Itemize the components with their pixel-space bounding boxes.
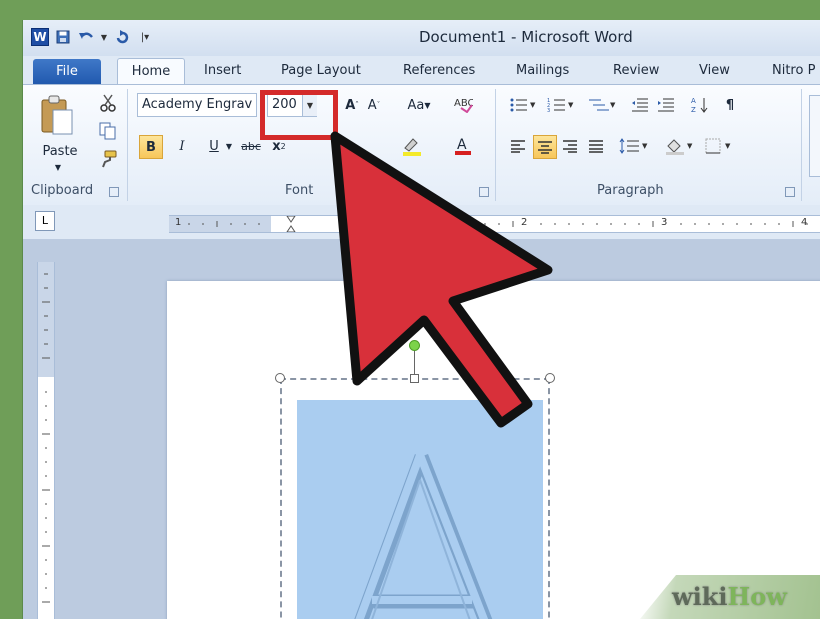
svg-text:3: 3	[547, 108, 550, 113]
wikihow-watermark: wikiHow	[672, 582, 787, 611]
sort-icon[interactable]: AZ	[689, 95, 711, 115]
cut-icon[interactable]	[97, 93, 119, 113]
copy-icon[interactable]	[97, 121, 119, 141]
title-bar: W ▼ |▾ Document1 - Microsoft Word	[23, 20, 820, 56]
quick-access-toolbar: W ▼ |▾	[31, 28, 154, 46]
highlight-color-icon[interactable]	[397, 135, 427, 157]
word-window: W ▼ |▾ Document1 - Microsoft Word File H…	[22, 20, 820, 619]
borders-icon[interactable]: ▼	[703, 135, 737, 157]
ruler-mark: 1	[175, 217, 182, 228]
customize-icon[interactable]: |▾	[136, 28, 154, 46]
ribbon: Paste ▼ Clipboard Academy Engrav 200 ▼ A…	[23, 84, 820, 206]
underline-dropdown-icon[interactable]: ▼	[223, 137, 235, 155]
multilevel-list-icon[interactable]: ▼	[585, 95, 619, 115]
separator	[127, 89, 128, 201]
line-spacing-icon[interactable]: ▼	[617, 135, 651, 157]
paragraph-group-label: Paragraph	[597, 183, 664, 198]
format-painter-icon[interactable]	[97, 149, 119, 169]
tab-home[interactable]: Home	[117, 58, 185, 86]
paragraph-launcher-icon[interactable]	[785, 187, 795, 197]
change-case-label: Aa	[407, 97, 425, 113]
paste-button[interactable]: Paste	[37, 141, 83, 161]
justify-icon[interactable]	[585, 135, 607, 157]
ruler-area: L 1 2 3 4	[23, 205, 820, 239]
clipboard-group-label: Clipboard	[31, 183, 94, 198]
change-case-button[interactable]: Aa ▼	[401, 95, 437, 115]
svg-text:▼: ▼	[610, 101, 616, 109]
font-launcher-icon[interactable]	[479, 187, 489, 197]
tab-mailings[interactable]: Mailings	[516, 60, 569, 82]
grow-font-icon[interactable]: Aˆ	[341, 95, 363, 115]
ribbon-tabs: File Home Insert Page Layout References …	[23, 56, 820, 86]
separator	[801, 89, 802, 201]
word-icon[interactable]: W	[31, 28, 49, 46]
resize-handle-top[interactable]	[410, 374, 419, 383]
tab-file[interactable]: File	[33, 59, 101, 85]
font-group-label: Font	[285, 183, 314, 198]
shrink-font-icon[interactable]: Aˇ	[363, 95, 385, 115]
italic-button[interactable]: I	[171, 135, 193, 157]
tab-insert[interactable]: Insert	[204, 60, 241, 82]
undo-icon[interactable]	[77, 28, 95, 46]
tab-view[interactable]: View	[699, 60, 730, 82]
save-icon[interactable]	[54, 28, 72, 46]
ruler-mark: 4	[801, 217, 808, 228]
vertical-ruler[interactable]	[37, 262, 55, 619]
tab-page-layout[interactable]: Page Layout	[281, 60, 361, 82]
tab-nitro[interactable]: Nitro P	[772, 60, 815, 82]
paste-dropdown-icon[interactable]: ▼	[53, 163, 63, 172]
svg-text:▼: ▼	[687, 142, 693, 150]
show-formatting-icon[interactable]: ¶	[719, 95, 741, 115]
font-size-highlight-box	[260, 90, 338, 140]
svg-text:Z: Z	[691, 106, 696, 114]
font-name-combo[interactable]: Academy Engrav	[137, 93, 257, 117]
separator	[495, 89, 496, 201]
font-color-icon[interactable]: A	[449, 135, 477, 157]
window-title: Document1 - Microsoft Word	[419, 28, 633, 46]
clipboard-launcher-icon[interactable]	[109, 187, 119, 197]
tab-review[interactable]: Review	[613, 60, 659, 82]
align-right-icon[interactable]	[559, 135, 581, 157]
shading-icon[interactable]: ▼	[663, 135, 697, 157]
svg-text:A: A	[457, 137, 467, 153]
text-box[interactable]	[280, 378, 550, 619]
tab-selector-button[interactable]: L	[35, 211, 55, 231]
tab-references[interactable]: References	[403, 60, 475, 82]
bullets-icon[interactable]: ▼	[507, 95, 539, 115]
underline-button[interactable]: U	[203, 135, 225, 157]
undo-dropdown-icon[interactable]: ▼	[100, 28, 108, 46]
watermark-how: How	[727, 582, 787, 611]
resize-handle-top-left[interactable]	[275, 373, 285, 383]
align-left-icon[interactable]	[507, 135, 529, 157]
horizontal-ruler[interactable]: 1 2 3 4	[169, 215, 820, 233]
redo-icon[interactable]	[113, 28, 131, 46]
svg-text:▼: ▼	[642, 142, 648, 150]
rotation-handle[interactable]	[409, 340, 420, 351]
numbering-icon[interactable]: 1 2 3 ▼	[545, 95, 577, 115]
svg-text:▼: ▼	[725, 142, 731, 150]
styles-gallery[interactable]	[809, 95, 820, 177]
ruler-mark: 3	[661, 217, 668, 228]
paste-icon[interactable]	[33, 91, 81, 139]
rotation-line	[414, 350, 415, 374]
svg-text:▼: ▼	[530, 101, 536, 109]
watermark-wiki: wiki	[672, 582, 728, 611]
decrease-indent-icon[interactable]	[629, 95, 651, 115]
bold-button[interactable]: B	[139, 135, 163, 159]
svg-text:A: A	[691, 97, 696, 105]
increase-indent-icon[interactable]	[655, 95, 677, 115]
align-center-icon[interactable]	[533, 135, 557, 159]
svg-text:▼: ▼	[568, 101, 574, 109]
resize-handle-top-right[interactable]	[545, 373, 555, 383]
clear-formatting-icon[interactable]: ABC	[451, 93, 475, 115]
ruler-mark: 2	[521, 217, 528, 228]
